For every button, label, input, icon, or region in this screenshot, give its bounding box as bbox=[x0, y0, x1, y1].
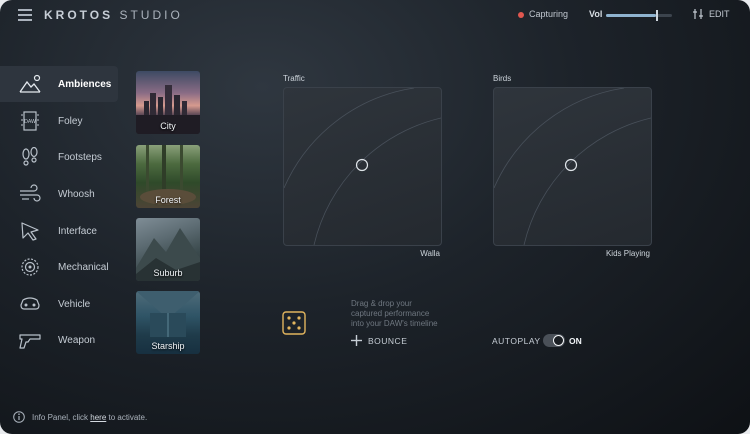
svg-text:DAW: DAW bbox=[24, 119, 36, 125]
sidebar-item-footsteps[interactable]: Footsteps bbox=[0, 139, 118, 175]
pad-grid bbox=[284, 88, 441, 245]
sidebar-item-label: Vehicle bbox=[58, 298, 91, 310]
dice-icon bbox=[282, 311, 306, 335]
edit-button[interactable]: EDIT bbox=[692, 8, 730, 20]
volume-thumb[interactable] bbox=[655, 10, 658, 21]
preset-label: Suburb bbox=[153, 268, 183, 278]
pad-title-birds: Birds bbox=[493, 74, 512, 83]
sidebar-item-mechanical[interactable]: Mechanical bbox=[0, 249, 118, 285]
wind-icon bbox=[20, 184, 41, 202]
drag-hint-line: captured performance bbox=[351, 309, 430, 318]
logo-primary: KROTOS bbox=[44, 8, 114, 22]
volume-label: Vol bbox=[589, 9, 603, 19]
toggle-knob bbox=[553, 335, 564, 346]
info-suffix: to activate. bbox=[106, 413, 148, 422]
preset-label: Forest bbox=[155, 195, 181, 205]
capturing-status-text: Capturing bbox=[529, 9, 569, 19]
gun-icon bbox=[19, 334, 41, 349]
sidebar-item-label: Mechanical bbox=[58, 261, 109, 273]
pad-subtitle-kids-playing: Kids Playing bbox=[605, 249, 650, 258]
volume-fill bbox=[606, 14, 656, 17]
menu-icon[interactable] bbox=[18, 9, 32, 21]
info-panel-link[interactable]: here bbox=[90, 413, 106, 422]
drag-drop-hint: Drag & drop your captured performance in… bbox=[351, 299, 461, 329]
sidebar-item-interface[interactable]: Interface bbox=[0, 213, 118, 249]
sidebar-item-label: Ambiences bbox=[58, 78, 112, 90]
bounce-button[interactable]: BOUNCE bbox=[351, 335, 407, 346]
preset-tile-city[interactable]: City bbox=[136, 71, 200, 134]
pad-grid bbox=[494, 88, 651, 245]
sidebar-item-ambiences[interactable]: Ambiences bbox=[0, 66, 118, 102]
footsteps-icon bbox=[22, 147, 38, 166]
info-prefix: Info Panel, click bbox=[32, 413, 91, 422]
sidebar-item-label: Weapon bbox=[58, 334, 96, 346]
sidebar-item-label: Whoosh bbox=[58, 188, 95, 200]
preset-tile-suburb[interactable]: Suburb bbox=[136, 218, 200, 281]
preset-tile-starship[interactable]: Starship bbox=[136, 291, 200, 354]
autoplay-state: ON bbox=[569, 336, 582, 346]
autoplay-label: AUTOPLAY bbox=[492, 336, 541, 346]
cursor-arrow-icon bbox=[21, 222, 39, 241]
plus-icon bbox=[351, 335, 362, 346]
gear-icon bbox=[21, 258, 39, 276]
edit-label: EDIT bbox=[709, 9, 730, 19]
pad-subtitle-walla: Walla bbox=[420, 249, 440, 258]
pad-title-traffic: Traffic bbox=[283, 74, 305, 83]
sidebar-item-vehicle[interactable]: Vehicle bbox=[0, 286, 118, 322]
xy-pad-birds[interactable] bbox=[493, 87, 652, 246]
pad-cursor[interactable] bbox=[564, 158, 578, 172]
drag-hint-line: into your DAW's timeline bbox=[351, 319, 438, 328]
preset-tile-forest[interactable]: Forest bbox=[136, 145, 200, 208]
sidebar-item-label: Foley bbox=[58, 115, 83, 127]
capturing-status-dot bbox=[518, 12, 524, 18]
app-logo: KROTOS STUDIO bbox=[44, 8, 183, 22]
vehicle-icon bbox=[20, 297, 40, 310]
bounce-label: BOUNCE bbox=[368, 335, 408, 346]
preset-label: City bbox=[160, 121, 176, 131]
drag-hint-line: Drag & drop your bbox=[351, 299, 412, 308]
mountain-sun-icon bbox=[19, 74, 41, 93]
volume-slider[interactable] bbox=[606, 10, 672, 21]
xy-pad-traffic[interactable] bbox=[283, 87, 442, 246]
sidebar-item-whoosh[interactable]: Whoosh bbox=[0, 176, 118, 212]
info-icon bbox=[13, 411, 25, 423]
sidebar-item-label: Interface bbox=[58, 225, 97, 237]
preset-label: Starship bbox=[151, 341, 185, 351]
sidebar-item-weapon[interactable]: Weapon bbox=[0, 322, 118, 358]
autoplay-toggle[interactable] bbox=[543, 334, 565, 347]
info-panel-text: Info Panel, click here to activate. bbox=[32, 413, 147, 422]
randomize-dice-button[interactable] bbox=[282, 311, 306, 335]
sliders-icon bbox=[693, 9, 703, 19]
foley-film-icon: DAW bbox=[21, 111, 39, 131]
sidebar-item-foley[interactable]: DAW Foley bbox=[0, 103, 118, 139]
logo-secondary: STUDIO bbox=[119, 8, 183, 22]
krotos-studio-window: KROTOS STUDIO Capturing Vol EDIT Ambienc… bbox=[0, 0, 750, 434]
sidebar-item-label: Footsteps bbox=[58, 151, 102, 163]
